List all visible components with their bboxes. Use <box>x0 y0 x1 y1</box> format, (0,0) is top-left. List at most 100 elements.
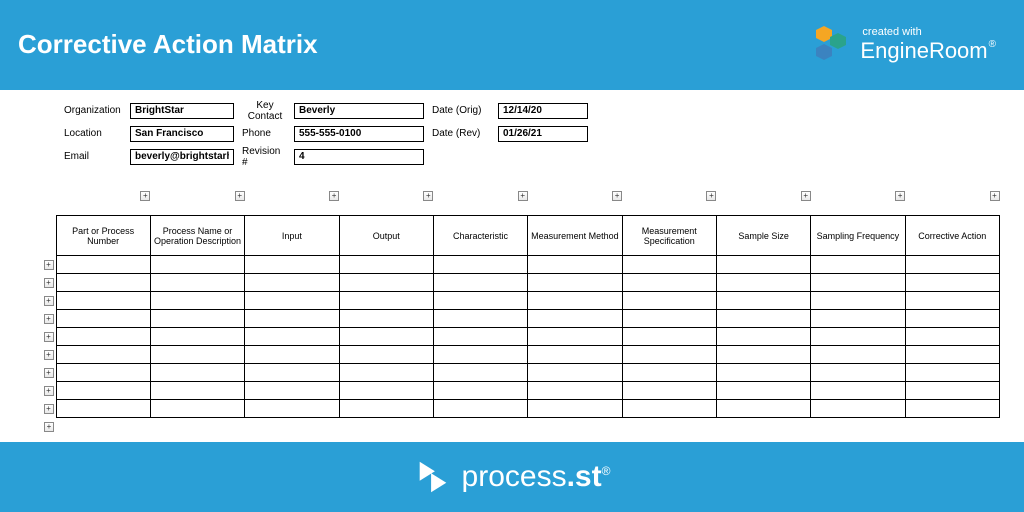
matrix-cell[interactable] <box>716 310 810 328</box>
matrix-cell[interactable] <box>339 274 433 292</box>
matrix-cell[interactable] <box>56 256 150 274</box>
matrix-cell[interactable] <box>528 256 622 274</box>
matrix-cell[interactable] <box>245 310 339 328</box>
matrix-cell[interactable] <box>716 400 810 418</box>
add-row-button[interactable]: + <box>44 260 54 270</box>
matrix-cell[interactable] <box>339 382 433 400</box>
add-column-button[interactable]: + <box>235 191 245 201</box>
matrix-cell[interactable] <box>905 292 999 310</box>
matrix-cell[interactable] <box>433 400 527 418</box>
matrix-cell[interactable] <box>811 346 905 364</box>
matrix-cell[interactable] <box>528 400 622 418</box>
matrix-cell[interactable] <box>433 256 527 274</box>
matrix-cell[interactable] <box>150 328 244 346</box>
matrix-cell[interactable] <box>528 382 622 400</box>
matrix-cell[interactable] <box>905 274 999 292</box>
add-column-button[interactable]: + <box>612 191 622 201</box>
matrix-cell[interactable] <box>716 364 810 382</box>
matrix-cell[interactable] <box>150 382 244 400</box>
matrix-cell[interactable] <box>245 400 339 418</box>
matrix-cell[interactable] <box>528 274 622 292</box>
matrix-cell[interactable] <box>433 382 527 400</box>
location-input[interactable] <box>130 126 234 142</box>
matrix-cell[interactable] <box>622 382 716 400</box>
matrix-cell[interactable] <box>528 328 622 346</box>
email-input[interactable] <box>130 149 234 165</box>
matrix-cell[interactable] <box>716 292 810 310</box>
matrix-cell[interactable] <box>811 400 905 418</box>
matrix-cell[interactable] <box>150 364 244 382</box>
matrix-cell[interactable] <box>433 310 527 328</box>
add-row-button[interactable]: + <box>44 422 54 432</box>
matrix-cell[interactable] <box>811 274 905 292</box>
matrix-cell[interactable] <box>245 292 339 310</box>
matrix-cell[interactable] <box>245 256 339 274</box>
matrix-cell[interactable] <box>245 328 339 346</box>
matrix-cell[interactable] <box>339 400 433 418</box>
organization-input[interactable] <box>130 103 234 119</box>
revision-input[interactable] <box>294 149 424 165</box>
matrix-cell[interactable] <box>716 346 810 364</box>
matrix-cell[interactable] <box>905 382 999 400</box>
matrix-cell[interactable] <box>245 382 339 400</box>
matrix-cell[interactable] <box>245 274 339 292</box>
matrix-cell[interactable] <box>245 346 339 364</box>
matrix-cell[interactable] <box>811 310 905 328</box>
matrix-cell[interactable] <box>339 328 433 346</box>
matrix-cell[interactable] <box>150 256 244 274</box>
matrix-cell[interactable] <box>811 382 905 400</box>
matrix-cell[interactable] <box>339 346 433 364</box>
matrix-cell[interactable] <box>245 364 339 382</box>
matrix-cell[interactable] <box>622 310 716 328</box>
matrix-cell[interactable] <box>811 328 905 346</box>
matrix-cell[interactable] <box>150 274 244 292</box>
matrix-cell[interactable] <box>622 274 716 292</box>
matrix-cell[interactable] <box>811 256 905 274</box>
add-column-button[interactable]: + <box>423 191 433 201</box>
matrix-cell[interactable] <box>56 364 150 382</box>
matrix-cell[interactable] <box>150 292 244 310</box>
matrix-cell[interactable] <box>622 400 716 418</box>
matrix-cell[interactable] <box>811 292 905 310</box>
matrix-cell[interactable] <box>339 364 433 382</box>
dateorig-input[interactable] <box>498 103 588 119</box>
matrix-cell[interactable] <box>339 292 433 310</box>
matrix-cell[interactable] <box>905 310 999 328</box>
add-row-button[interactable]: + <box>44 332 54 342</box>
matrix-cell[interactable] <box>905 400 999 418</box>
matrix-cell[interactable] <box>433 292 527 310</box>
matrix-cell[interactable] <box>433 364 527 382</box>
keycontact-input[interactable] <box>294 103 424 119</box>
matrix-cell[interactable] <box>150 400 244 418</box>
add-column-button[interactable]: + <box>140 191 150 201</box>
matrix-cell[interactable] <box>56 382 150 400</box>
matrix-cell[interactable] <box>622 292 716 310</box>
matrix-cell[interactable] <box>56 400 150 418</box>
add-column-button[interactable]: + <box>801 191 811 201</box>
matrix-cell[interactable] <box>716 256 810 274</box>
matrix-cell[interactable] <box>622 256 716 274</box>
add-row-button[interactable]: + <box>44 296 54 306</box>
matrix-cell[interactable] <box>528 310 622 328</box>
add-row-button[interactable]: + <box>44 278 54 288</box>
matrix-cell[interactable] <box>905 346 999 364</box>
daterev-input[interactable] <box>498 126 588 142</box>
matrix-cell[interactable] <box>433 274 527 292</box>
matrix-cell[interactable] <box>622 346 716 364</box>
matrix-cell[interactable] <box>528 346 622 364</box>
matrix-cell[interactable] <box>905 328 999 346</box>
matrix-cell[interactable] <box>339 310 433 328</box>
add-column-button[interactable]: + <box>895 191 905 201</box>
matrix-cell[interactable] <box>716 382 810 400</box>
matrix-cell[interactable] <box>528 364 622 382</box>
matrix-cell[interactable] <box>622 328 716 346</box>
matrix-cell[interactable] <box>433 346 527 364</box>
matrix-cell[interactable] <box>811 364 905 382</box>
phone-input[interactable] <box>294 126 424 142</box>
add-row-button[interactable]: + <box>44 314 54 324</box>
add-column-button[interactable]: + <box>329 191 339 201</box>
add-row-button[interactable]: + <box>44 386 54 396</box>
matrix-cell[interactable] <box>905 256 999 274</box>
add-column-button[interactable]: + <box>518 191 528 201</box>
matrix-cell[interactable] <box>339 256 433 274</box>
